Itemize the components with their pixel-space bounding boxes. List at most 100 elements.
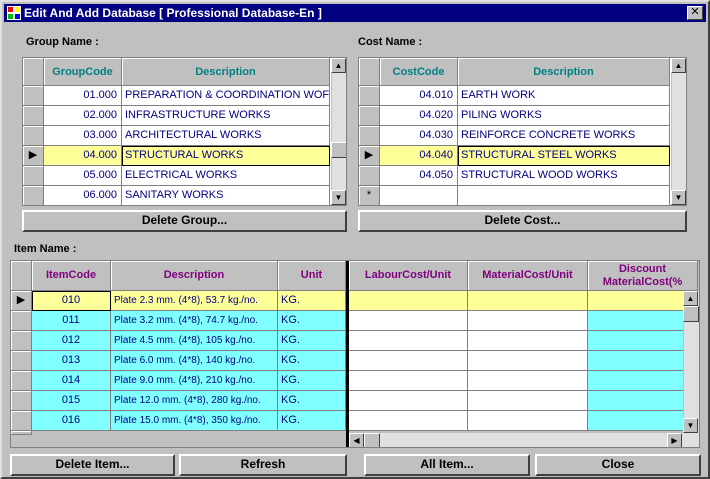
item-hscrollbar[interactable] — [349, 433, 699, 447]
item-cell-labour[interactable] — [349, 331, 468, 351]
item-header-labour[interactable]: LabourCost/Unit — [349, 261, 468, 291]
item-cell-material[interactable] — [468, 371, 588, 391]
cost-cell-code[interactable]: 04.030 — [380, 126, 458, 146]
item-scroll-down-icon[interactable]: ▼ — [683, 418, 698, 433]
item-cell-discount[interactable] — [588, 291, 698, 311]
item-row-selector[interactable] — [11, 311, 32, 331]
item-cell-material[interactable] — [468, 351, 588, 371]
group-scroll-down-icon[interactable]: ▼ — [331, 190, 346, 205]
item-cell-unit[interactable]: KG. — [278, 291, 346, 311]
item-scroll-up-icon[interactable]: ▲ — [683, 291, 698, 306]
close-button[interactable]: Close — [535, 454, 701, 476]
item-cell-description[interactable]: Plate 12.0 mm. (4*8), 280 kg./no. — [111, 391, 278, 411]
group-row-selector[interactable] — [23, 166, 44, 186]
item-cell-code[interactable]: 012 — [32, 331, 111, 351]
group-scroll-up-icon[interactable]: ▲ — [331, 58, 346, 73]
item-scroll-thumb[interactable] — [683, 306, 699, 322]
refresh-button[interactable]: Refresh — [179, 454, 347, 476]
item-row-selector[interactable]: ▶ — [11, 291, 32, 311]
group-row-selector[interactable] — [23, 186, 44, 205]
item-cell-code[interactable]: 014 — [32, 371, 111, 391]
cost-row-selector[interactable] — [359, 166, 380, 186]
group-cell-code[interactable]: 01.000 — [44, 86, 122, 106]
group-cell-code[interactable]: 03.000 — [44, 126, 122, 146]
item-header-code[interactable]: ItemCode — [32, 261, 111, 291]
cost-header-description[interactable]: Description — [458, 58, 670, 86]
cost-cell-description[interactable] — [458, 186, 670, 205]
item-cell-description[interactable]: Plate 4.5 mm. (4*8), 105 kg./no. — [111, 331, 278, 351]
group-cell-description[interactable]: INFRASTRUCTURE WORKS — [122, 106, 330, 126]
item-cell-discount[interactable] — [588, 371, 698, 391]
delete-item-button[interactable]: Delete Item... — [10, 454, 175, 476]
item-cell-unit[interactable]: KG. — [278, 411, 346, 431]
item-cell-description[interactable]: Plate 2.3 mm. (4*8), 53.7 kg./no. — [111, 291, 278, 311]
item-cell-discount[interactable] — [588, 351, 698, 371]
item-cell-discount[interactable] — [588, 311, 698, 331]
group-row-selector[interactable]: ▶ — [23, 146, 44, 166]
item-cell-code[interactable]: 013 — [32, 351, 111, 371]
delete-cost-button[interactable]: Delete Cost... — [358, 210, 687, 232]
item-cell-unit[interactable]: KG. — [278, 351, 346, 371]
item-row-selector[interactable] — [11, 411, 32, 431]
item-row-selector[interactable] — [11, 351, 32, 371]
item-cell-material[interactable] — [468, 391, 588, 411]
group-cell-description[interactable]: STRUCTURAL WORKS — [122, 146, 330, 166]
close-window-icon[interactable]: ✕ — [687, 6, 703, 20]
cost-row-selector[interactable]: ▶ — [359, 146, 380, 166]
item-cell-unit[interactable]: KG. — [278, 391, 346, 411]
cost-header-code[interactable]: CostCode — [380, 58, 458, 86]
item-cell-labour[interactable] — [349, 371, 468, 391]
item-row-selector[interactable] — [11, 391, 32, 411]
item-cell-description[interactable]: Plate 9.0 mm. (4*8), 210 kg./no. — [111, 371, 278, 391]
group-header-code[interactable]: GroupCode — [44, 58, 122, 86]
group-cell-code[interactable]: 04.000 — [44, 146, 122, 166]
cost-row-selector[interactable] — [359, 126, 380, 146]
cost-cell-description[interactable]: PILING WORKS — [458, 106, 670, 126]
group-cell-code[interactable]: 05.000 — [44, 166, 122, 186]
item-cell-description[interactable]: Plate 3.2 mm. (4*8), 74.7 kg./no. — [111, 311, 278, 331]
group-cell-description[interactable]: PREPARATION & COORDINATION WOF — [122, 86, 330, 106]
item-cell-code[interactable]: 011 — [32, 311, 111, 331]
delete-group-button[interactable]: Delete Group... — [22, 210, 347, 232]
item-cell-material[interactable] — [468, 291, 588, 311]
item-cell-discount[interactable] — [588, 331, 698, 351]
cost-cell-description[interactable]: STRUCTURAL STEEL WORKS — [458, 146, 670, 166]
group-vscrollbar[interactable] — [331, 58, 346, 205]
item-cell-code[interactable]: 010 — [32, 291, 111, 311]
cost-row-selector[interactable]: * — [359, 186, 380, 205]
item-cell-discount[interactable] — [588, 411, 698, 431]
item-scroll-left-icon[interactable]: ◀ — [349, 433, 364, 447]
all-item-button[interactable]: All Item... — [364, 454, 530, 476]
item-header-description[interactable]: Description — [111, 261, 278, 291]
cost-cell-code[interactable]: 04.040 — [380, 146, 458, 166]
group-cell-description[interactable]: ELECTRICAL WORKS — [122, 166, 330, 186]
group-row-selector[interactable] — [23, 106, 44, 126]
item-cell-unit[interactable]: KG. — [278, 311, 346, 331]
item-cell-material[interactable] — [468, 411, 588, 431]
item-cell-material[interactable] — [468, 311, 588, 331]
item-cell-material[interactable] — [468, 331, 588, 351]
group-cell-description[interactable]: ARCHITECTURAL WORKS — [122, 126, 330, 146]
item-cell-labour[interactable] — [349, 351, 468, 371]
cost-scroll-up-icon[interactable]: ▲ — [671, 58, 686, 73]
cost-row-selector[interactable] — [359, 106, 380, 126]
item-cell-labour[interactable] — [349, 291, 468, 311]
group-scroll-thumb[interactable] — [331, 142, 346, 158]
item-hscroll-thumb[interactable] — [364, 433, 380, 447]
cost-scroll-down-icon[interactable]: ▼ — [671, 190, 686, 205]
item-scroll-right-icon[interactable]: ▶ — [667, 433, 682, 447]
item-cell-description[interactable]: Plate 15.0 mm. (4*8), 350 kg./no. — [111, 411, 278, 431]
item-cell-code[interactable]: 016 — [32, 411, 111, 431]
cost-cell-code[interactable] — [380, 186, 458, 205]
cost-vscrollbar[interactable] — [671, 58, 686, 205]
item-cell-unit[interactable]: KG. — [278, 331, 346, 351]
item-cell-discount[interactable] — [588, 391, 698, 411]
item-cell-labour[interactable] — [349, 311, 468, 331]
item-cell-code[interactable]: 015 — [32, 391, 111, 411]
cost-cell-description[interactable]: REINFORCE CONCRETE WORKS — [458, 126, 670, 146]
item-cell-labour[interactable] — [349, 391, 468, 411]
cost-cell-description[interactable]: STRUCTURAL WOOD WORKS — [458, 166, 670, 186]
group-cell-code[interactable]: 02.000 — [44, 106, 122, 126]
group-row-selector[interactable] — [23, 126, 44, 146]
group-cell-code[interactable]: 06.000 — [44, 186, 122, 205]
